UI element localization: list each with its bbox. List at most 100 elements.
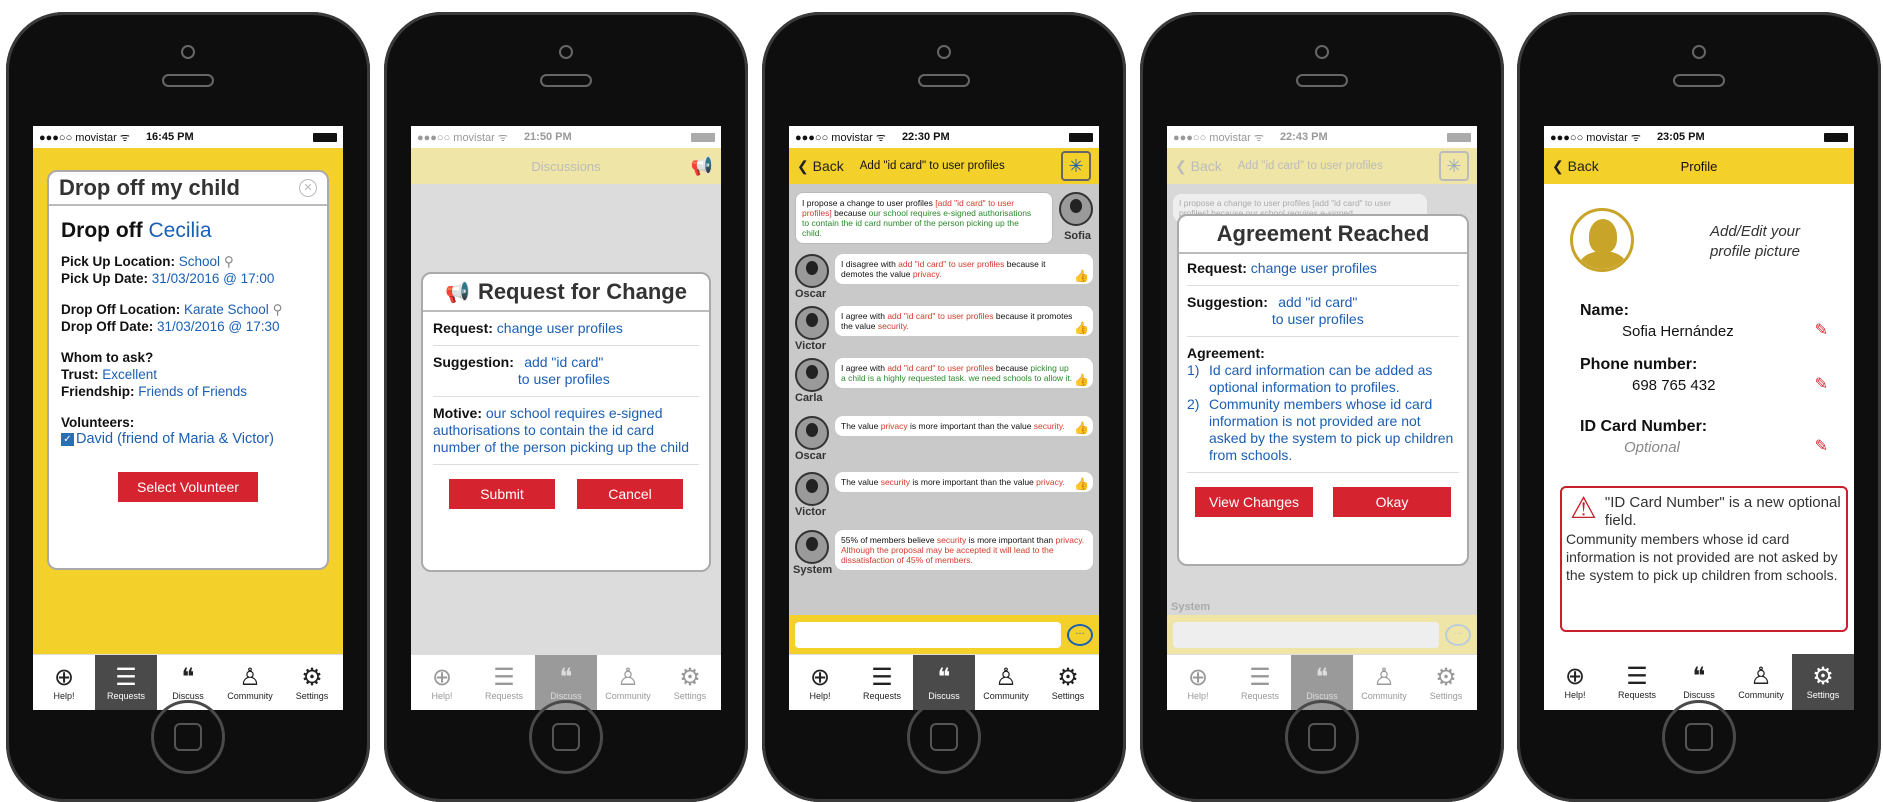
pickup-date-label: Pick Up Date: <box>61 271 149 286</box>
item-text: Id card information can be added as opti… <box>1209 362 1433 395</box>
tab-requests[interactable]: ☰ Requests <box>473 655 535 710</box>
trust-label: Trust: <box>61 367 99 382</box>
tab-label: Community <box>605 690 651 701</box>
message: Victor I agree with add "id card" to use… <box>795 306 1093 352</box>
id-card-input[interactable]: Optional <box>1624 439 1830 456</box>
home-button[interactable] <box>1285 700 1359 774</box>
people-icon: ♙ <box>617 663 639 691</box>
lifebuoy-icon: ⊕ <box>1187 663 1209 691</box>
home-button[interactable] <box>529 700 603 774</box>
tab-community[interactable]: ♙ Community <box>1353 655 1415 710</box>
tab-requests[interactable]: ☰ Requests <box>1229 655 1291 710</box>
back-button[interactable]: ❮ Back <box>1175 158 1222 175</box>
thumbs-up-icon[interactable]: 👍 <box>1074 478 1089 490</box>
phone-label: Phone number: <box>1580 356 1698 373</box>
back-button[interactable]: ❮ Back <box>797 158 844 175</box>
edit-picture-link[interactable]: Add/Edit your profile picture <box>1670 222 1840 262</box>
pencil-icon[interactable]: ✎ <box>1815 374 1828 394</box>
tab-settings[interactable]: ⚙ Settings <box>1415 655 1477 710</box>
back-button[interactable]: ❮ Back <box>1552 158 1599 175</box>
battery-icon <box>1824 132 1848 142</box>
submit-button[interactable]: Submit <box>449 479 555 509</box>
request-for-change-dialog: 📢 Request for Change Request: change use… <box>421 272 711 572</box>
screen-profile: ●●●○○ movistar ᯤ 23:05 PM ❮ Back Profile… <box>1544 126 1854 710</box>
view-changes-button[interactable]: View Changes <box>1195 487 1313 517</box>
megaphone-icon[interactable]: 📢 <box>691 156 713 177</box>
tab-community[interactable]: ♙ Community <box>975 655 1037 710</box>
tab-settings[interactable]: ⚙ Settings <box>1792 654 1854 710</box>
okay-button[interactable]: Okay <box>1333 487 1451 517</box>
tab-community[interactable]: ♙ Community <box>1730 654 1792 710</box>
avatar <box>1059 192 1093 226</box>
message-input[interactable] <box>795 621 1061 648</box>
burst-icon[interactable]: ✳ <box>1061 151 1091 181</box>
tab-help[interactable]: ⊕ Help! <box>33 655 95 710</box>
earpiece-speaker <box>1296 74 1348 87</box>
tab-label: Requests <box>106 690 146 701</box>
tab-help[interactable]: ⊕ Help! <box>789 655 851 710</box>
speech-bubble-icon[interactable]: … <box>1445 623 1471 646</box>
gear-icon: ⚙ <box>1812 663 1834 690</box>
warning-text: Community members whose id card informat… <box>1566 531 1838 583</box>
message-highlight: add "id card" to user profiles <box>898 259 1005 269</box>
nav-title: Add "id card" to user profiles <box>859 160 1005 172</box>
item-text: Community members whose id card informat… <box>1209 396 1454 463</box>
author-name: Carla <box>795 392 823 404</box>
home-button[interactable] <box>1662 700 1736 774</box>
dropoff-date: 31/03/2016 @ 17:30 <box>157 319 280 334</box>
location-pin-icon[interactable]: ⚲ <box>273 302 283 317</box>
tab-community[interactable]: ♙ Community <box>597 655 659 710</box>
dropoff-location[interactable]: Karate School <box>184 302 269 317</box>
pickup-location[interactable]: School <box>179 254 220 269</box>
clock: 22:43 PM <box>1279 131 1328 143</box>
speech-bubble-icon[interactable]: … <box>1067 623 1093 646</box>
pencil-icon[interactable]: ✎ <box>1815 436 1828 456</box>
clock: 22:30 PM <box>901 131 950 143</box>
thumbs-up-icon[interactable]: 👍 <box>1074 270 1089 282</box>
author-name: Victor <box>795 506 826 518</box>
thumbs-up-icon[interactable]: 👍 <box>1074 422 1089 434</box>
home-button[interactable] <box>151 700 225 774</box>
tab-requests[interactable]: ☰ Requests <box>1606 654 1668 710</box>
profile-picture[interactable] <box>1570 208 1634 272</box>
trust-value: Excellent <box>102 367 158 382</box>
name-label: Name: <box>1580 302 1629 319</box>
author-name: System <box>793 564 833 576</box>
child-name: Cecilia <box>148 219 212 242</box>
tab-label: Help! <box>1187 690 1209 701</box>
tab-community[interactable]: ♙ Community <box>219 655 281 710</box>
volunteer-checkbox[interactable]: ✓ <box>61 433 74 446</box>
tab-settings[interactable]: ⚙ Settings <box>659 655 721 710</box>
tab-label: Requests <box>1617 690 1657 700</box>
tab-help[interactable]: ⊕ Help! <box>411 655 473 710</box>
thumbs-up-icon[interactable]: 👍 <box>1074 322 1089 334</box>
clock: 16:45 PM <box>145 131 194 143</box>
list-icon: ☰ <box>871 663 893 691</box>
phone-3: ●●●○○ movistar ᯤ 22:30 PM ❮ Back Add "id… <box>762 12 1126 802</box>
pencil-icon[interactable]: ✎ <box>1815 320 1828 340</box>
tab-settings[interactable]: ⚙ Settings <box>1037 655 1099 710</box>
tab-help[interactable]: ⊕ Help! <box>1167 655 1229 710</box>
select-volunteer-button[interactable]: Select Volunteer <box>118 472 258 502</box>
screen-discussion: ●●●○○ movistar ᯤ 22:30 PM ❮ Back Add "id… <box>789 126 1099 710</box>
chevron-left-icon: ❮ <box>1175 157 1187 174</box>
chat-bubbles-icon: ❝ <box>1315 663 1329 691</box>
close-icon[interactable]: ✕ <box>299 179 317 197</box>
phone-value: 698 765 432 <box>1632 377 1716 394</box>
tab-settings[interactable]: ⚙ Settings <box>281 655 343 710</box>
home-button[interactable] <box>907 700 981 774</box>
screen-agreement: ●●●○○ movistar ᯤ 22:43 PM ❮ Back Add "id… <box>1167 126 1477 710</box>
location-pin-icon[interactable]: ⚲ <box>224 254 234 269</box>
tab-requests[interactable]: ☰ Requests <box>95 655 157 710</box>
avatar <box>795 530 829 564</box>
picture-label-line-1: Add/Edit your <box>1709 223 1801 240</box>
cancel-button[interactable]: Cancel <box>577 479 683 509</box>
burst-icon[interactable]: ✳ <box>1439 151 1469 181</box>
carrier-label: ●●●○○ movistar ᯤ <box>39 131 130 144</box>
tab-help[interactable]: ⊕ Help! <box>1544 654 1606 710</box>
tab-label: Help! <box>431 690 453 701</box>
tab-requests[interactable]: ☰ Requests <box>851 655 913 710</box>
thumbs-up-icon[interactable]: 👍 <box>1074 374 1089 386</box>
message-bubble: I disagree with add "id card" to user pr… <box>835 254 1093 284</box>
message-input[interactable] <box>1173 621 1439 648</box>
